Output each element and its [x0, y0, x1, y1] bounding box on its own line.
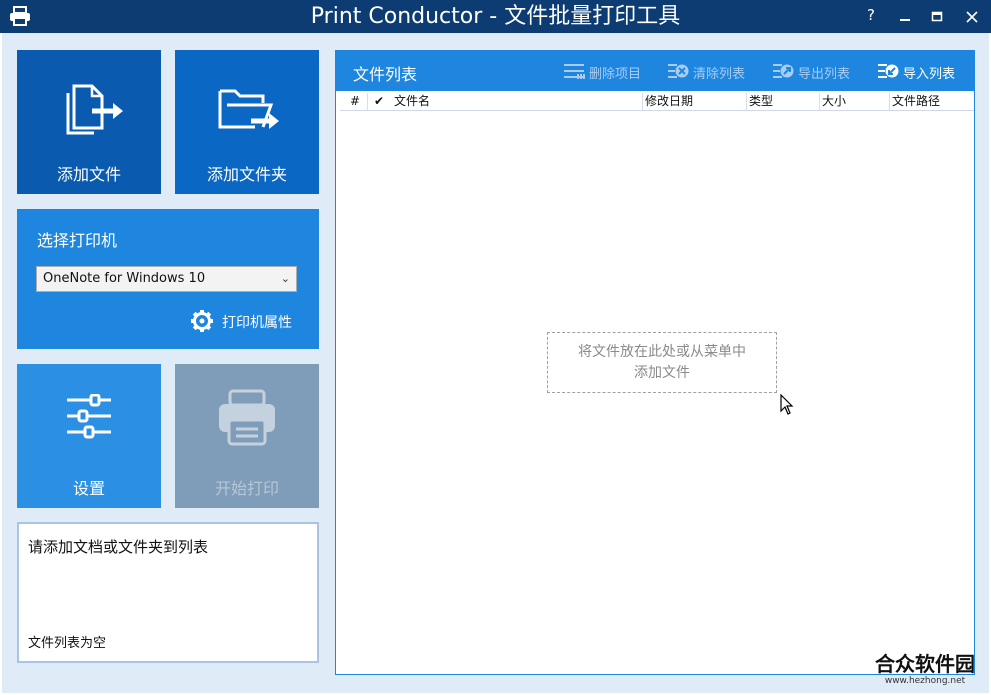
add-folder-label: 添加文件夹	[206, 165, 287, 184]
help-button[interactable]: ?	[854, 0, 888, 33]
list-state-text: 文件列表为空	[28, 636, 107, 651]
maximize-icon	[931, 11, 943, 22]
clear-list-label: 清除列表	[693, 67, 746, 82]
import-list-label: 导入列表	[903, 67, 956, 82]
title-bar: Print Conductor - 文件批量打印工具 ?	[0, 0, 991, 33]
file-list-columns: # ✔ 文件名 修改日期 类型 大小 文件路径	[340, 92, 974, 111]
start-print-label: 开始打印	[214, 479, 279, 498]
import-list-icon	[878, 64, 899, 78]
watermark-url: www.hezhong.net	[884, 676, 966, 686]
watermark-name: 合众软件园	[875, 652, 975, 676]
printer-select-value: OneNote for Windows 10	[43, 271, 206, 286]
minimize-icon	[900, 19, 910, 21]
export-list-label: 导出列表	[798, 67, 851, 82]
column-number[interactable]: #	[340, 93, 368, 110]
column-modified-date[interactable]: 修改日期	[643, 93, 747, 110]
sliders-icon	[67, 394, 111, 439]
maximize-button[interactable]	[920, 0, 954, 33]
close-icon	[966, 11, 978, 23]
settings-tile[interactable]: 设置	[17, 364, 161, 508]
settings-label: 设置	[72, 479, 105, 498]
file-list-header: 文件列表 删除项目 清除列表 导出列表 导入列表	[336, 51, 974, 91]
clear-list-icon	[668, 64, 689, 78]
printer-panel: 选择打印机 OneNote for Windows 10 ⌄ 打印机属性	[17, 209, 319, 349]
drop-hint-line2: 添加文件	[634, 365, 690, 381]
watermark: 合众软件园 www.hezhong.net	[863, 652, 987, 692]
printer-icon	[219, 389, 275, 446]
column-size[interactable]: 大小	[820, 93, 890, 110]
delete-items-label: 删除项目	[589, 67, 642, 82]
column-check[interactable]: ✔	[368, 93, 392, 110]
column-type[interactable]: 类型	[747, 93, 820, 110]
add-folder-tile[interactable]: 添加文件夹	[175, 50, 319, 194]
close-button[interactable]	[955, 0, 989, 33]
delete-items-icon	[564, 64, 585, 79]
start-print-tile[interactable]: 开始打印	[175, 364, 319, 508]
export-list-icon	[773, 64, 794, 78]
drop-zone[interactable]: 将文件放在此处或从菜单中 添加文件	[547, 332, 777, 393]
gear-icon	[191, 310, 213, 332]
printer-panel-title: 选择打印机	[37, 231, 118, 250]
file-list-title: 文件列表	[353, 65, 418, 84]
mouse-cursor-icon	[780, 394, 794, 415]
chevron-down-icon: ⌄	[280, 272, 290, 285]
minimize-button[interactable]	[888, 0, 922, 33]
printer-properties-label: 打印机属性	[222, 315, 292, 331]
printer-select[interactable]: OneNote for Windows 10 ⌄	[36, 266, 297, 292]
add-folder-icon	[218, 89, 279, 129]
add-file-label: 添加文件	[56, 165, 121, 184]
drop-hint-line1: 将文件放在此处或从菜单中	[578, 344, 746, 360]
add-file-icon	[66, 84, 123, 135]
status-message: 请添加文档或文件夹到列表	[28, 538, 209, 556]
column-file-path[interactable]: 文件路径	[890, 93, 974, 110]
column-file-name[interactable]: 文件名	[392, 93, 643, 110]
add-file-tile[interactable]: 添加文件	[17, 50, 161, 194]
file-list-panel: 文件列表 删除项目 清除列表 导出列表 导入列表 # ✔ 文件名 修改日期 类型…	[335, 50, 975, 675]
window-title: Print Conductor - 文件批量打印工具	[310, 4, 681, 29]
status-box: 请添加文档或文件夹到列表 文件列表为空	[17, 522, 319, 663]
